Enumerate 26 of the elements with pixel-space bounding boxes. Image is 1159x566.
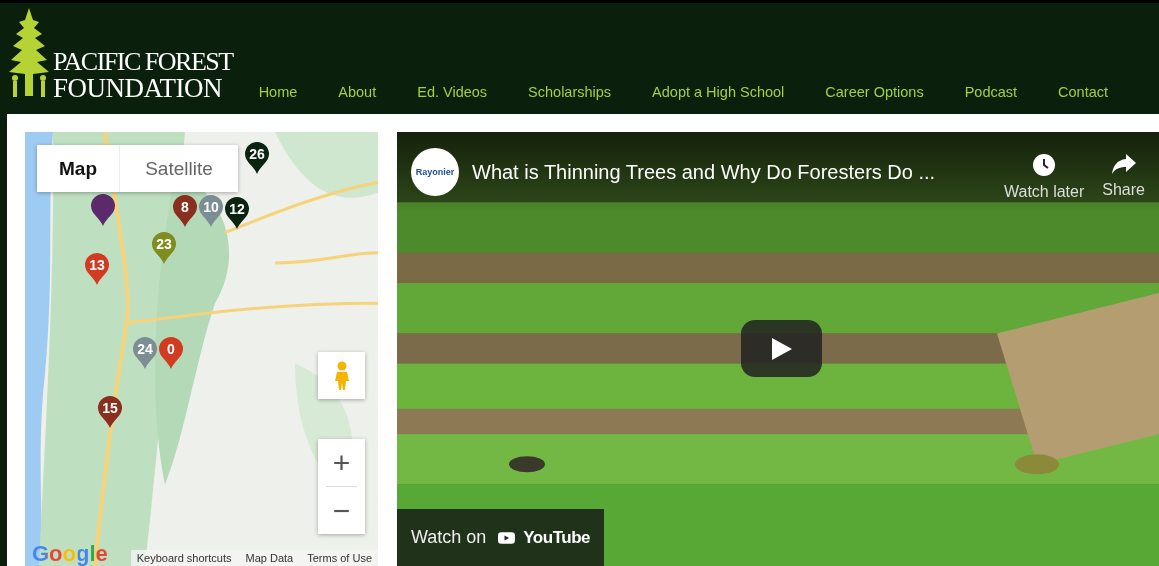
map-type-tab[interactable]: Satellite: [120, 145, 238, 192]
nav-link[interactable]: About: [338, 84, 377, 100]
nav-link[interactable]: Career Options: [825, 84, 924, 100]
clock-icon: [1032, 153, 1057, 177]
nav-link[interactable]: Adopt a High School: [652, 84, 785, 100]
nav-link[interactable]: Contact: [1058, 84, 1109, 100]
play-button[interactable]: [741, 320, 822, 377]
logo-subtitle: FOUNDATION: [53, 75, 223, 102]
share-button[interactable]: Share: [1102, 153, 1145, 201]
zoom-out-button[interactable]: −: [318, 487, 365, 534]
watch-later-button[interactable]: Watch later: [1003, 153, 1085, 201]
play-icon: [770, 336, 793, 361]
map-type-tab[interactable]: Map: [37, 145, 120, 192]
watch-on-youtube-button[interactable]: Watch on YouTube: [397, 509, 604, 566]
attribution-link[interactable]: Terms of Use: [307, 552, 372, 564]
share-icon: [1110, 153, 1137, 175]
person-icon: [333, 360, 350, 391]
nav-link[interactable]: Home: [258, 84, 298, 100]
attribution-link[interactable]: Keyboard shortcuts: [136, 552, 232, 564]
video-title[interactable]: What is Thinning Trees and Why Do Foresters Do ...: [472, 160, 936, 184]
logo-title: PACIFIC FOREST: [53, 49, 233, 75]
nav-link[interactable]: Scholarships: [528, 84, 612, 100]
nav-link[interactable]: Podcast: [964, 84, 1018, 100]
nav-link[interactable]: Ed. Videos: [417, 84, 488, 100]
attribution-link[interactable]: Map Data: [245, 552, 294, 564]
zoom-in-button[interactable]: +: [318, 439, 365, 486]
